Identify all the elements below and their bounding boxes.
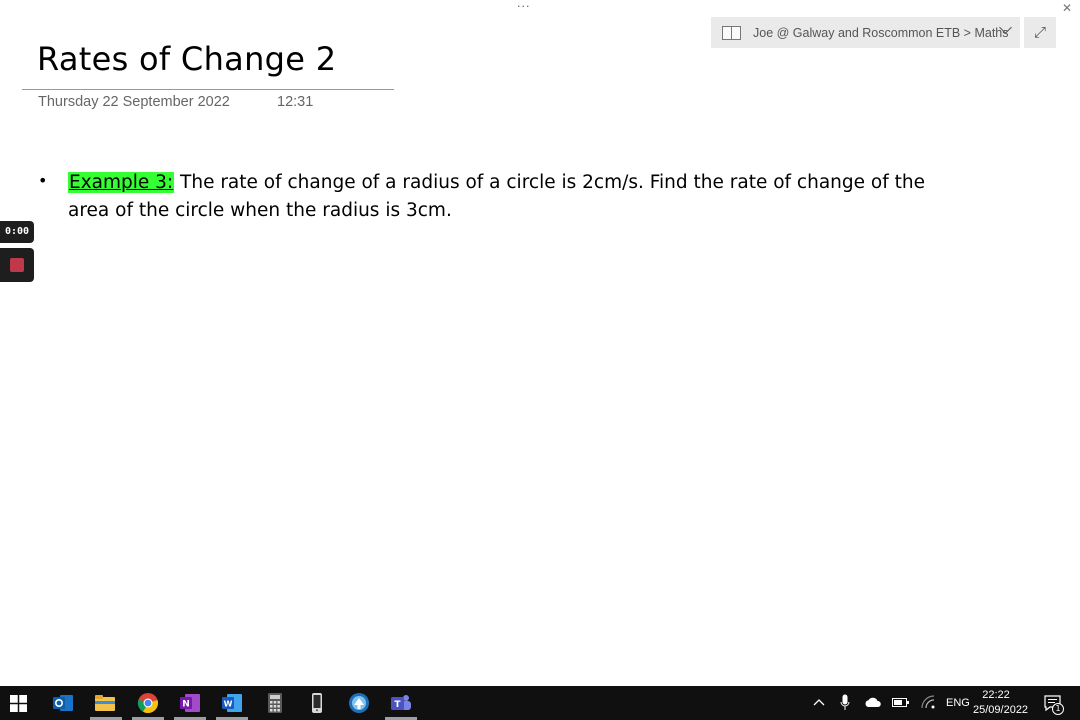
- calculator-icon[interactable]: [264, 692, 286, 714]
- taskbar: N W T ENG 1: [0, 686, 1080, 720]
- word-icon[interactable]: W: [221, 692, 243, 714]
- example-label: Example 3:: [68, 172, 175, 193]
- example-paragraph[interactable]: Example 3: The rate of change of a radiu…: [68, 169, 938, 225]
- bullet-point: •: [38, 171, 48, 190]
- clock-date: 25/09/2022: [973, 704, 1029, 716]
- system-clock[interactable]: 22:22 25/09/2022: [973, 688, 1029, 718]
- onedrive-icon[interactable]: [864, 697, 882, 708]
- notebook-icon: [722, 25, 741, 40]
- battery-icon[interactable]: [892, 697, 910, 708]
- window-top-bar: ··· ✕: [0, 0, 1080, 18]
- chrome-icon[interactable]: [137, 692, 159, 714]
- expand-icon: ⤢: [1033, 23, 1046, 41]
- page-date: Thursday 22 September 2022: [38, 94, 230, 110]
- stop-icon: [10, 258, 24, 272]
- close-icon[interactable]: ✕: [1062, 1, 1072, 15]
- outlook-icon[interactable]: [52, 692, 74, 714]
- notification-count-badge: 1: [1052, 703, 1064, 715]
- page-title[interactable]: Rates of Change 2: [37, 40, 336, 78]
- more-options-icon[interactable]: ···: [517, 0, 531, 14]
- svg-text:T: T: [394, 700, 401, 710]
- recording-timer: 0:00: [0, 221, 34, 243]
- wifi-icon[interactable]: [921, 695, 935, 709]
- breadcrumb-text: Joe @ Galway and Roscommon ETB > Maths: [753, 25, 1009, 40]
- notebook-breadcrumb[interactable]: Joe @ Galway and Roscommon ETB > Maths: [711, 17, 1020, 48]
- example-text: The rate of change of a radius of a circ…: [68, 172, 925, 221]
- title-divider: [22, 89, 394, 90]
- page-time: 12:31: [277, 94, 314, 110]
- clock-time: 22:22: [982, 689, 1010, 701]
- microphone-icon[interactable]: [840, 694, 850, 711]
- language-indicator[interactable]: ENG: [946, 686, 970, 720]
- windows-start-icon[interactable]: [10, 695, 27, 712]
- remote-desktop-icon[interactable]: [348, 692, 370, 714]
- svg-text:W: W: [224, 700, 233, 709]
- chevron-up-icon[interactable]: [813, 698, 825, 706]
- onenote-icon[interactable]: N: [179, 692, 201, 714]
- svg-text:N: N: [182, 700, 190, 710]
- file-explorer-icon[interactable]: [94, 692, 116, 714]
- teams-icon[interactable]: T: [390, 692, 412, 714]
- expand-button[interactable]: ⤢: [1024, 17, 1056, 48]
- stop-recording-button[interactable]: [0, 248, 34, 282]
- phone-icon[interactable]: [306, 692, 328, 714]
